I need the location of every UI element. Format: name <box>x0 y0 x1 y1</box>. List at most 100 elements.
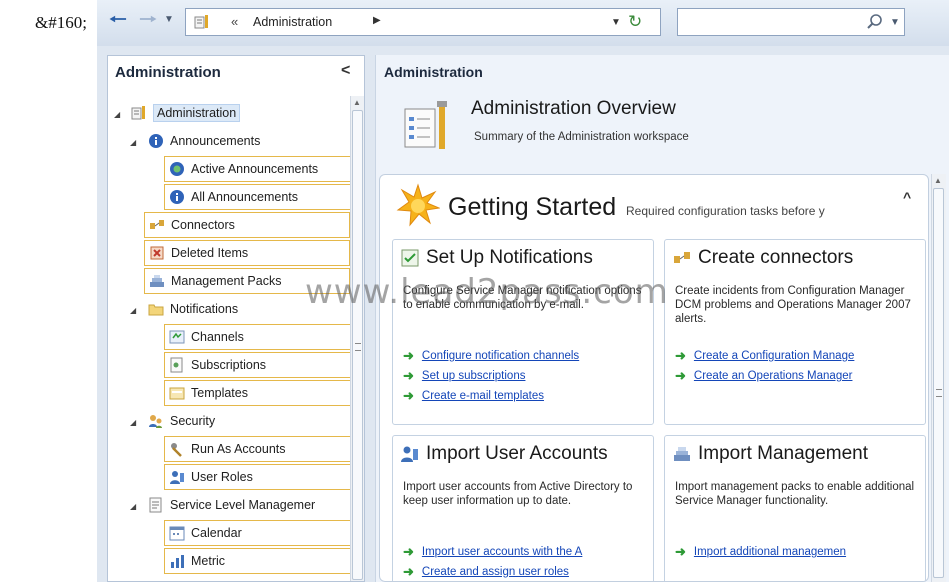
card-title: Import User Accounts <box>426 443 608 464</box>
card-header: Import Management <box>673 443 868 465</box>
tree-item-connectors[interactable]: Connectors <box>144 212 350 238</box>
card-links: ➜ Import user accounts with the A ➜ Create… <box>403 542 582 581</box>
link-import-additional-management-packs[interactable]: ➜ Import additional managemen <box>675 542 846 562</box>
recent-pages-dropdown[interactable]: ▼ <box>164 14 174 25</box>
grip-icon <box>936 389 942 397</box>
management-pack-icon <box>150 275 164 287</box>
getting-started-subtitle: Required configuration tasks before y <box>626 204 825 218</box>
collapse-section-button[interactable]: ^ <box>903 189 911 205</box>
card-description: Create incidents from Configuration Mana… <box>675 285 911 325</box>
tree-item-label: Active Announcements <box>191 162 319 176</box>
channel-icon <box>169 330 185 344</box>
tree-item-administration[interactable]: Administration <box>131 100 241 126</box>
tree-item-all-announcements[interactable]: All Announcements <box>164 184 354 210</box>
stray-text: &#160; <box>35 13 87 32</box>
tree-item-channels[interactable]: Channels <box>164 324 354 350</box>
service-level-icon <box>149 497 162 513</box>
tree-item-label: Service Level Managemer <box>170 498 316 512</box>
green-arrow-icon: ➜ <box>403 368 414 383</box>
collapse-pane-button[interactable]: < <box>341 62 350 80</box>
tree-item-label: Calendar <box>191 526 242 540</box>
link-text[interactable]: Import additional managemen <box>694 546 846 558</box>
link-create-operations-manager-connector[interactable]: ➜ Create an Operations Manager <box>675 366 854 386</box>
back-button[interactable]: 🠐 <box>105 9 131 35</box>
card-import-management-packs: Import Management Import management pack… <box>664 435 926 581</box>
card-create-connectors: Create connectors Create incidents from … <box>664 239 926 425</box>
link-create-email-templates[interactable]: ➜ Create e-mail templates <box>403 386 579 406</box>
expand-arrow-icon[interactable]: ◢ <box>130 306 136 315</box>
metric-icon <box>171 555 184 568</box>
tree-item-label: Channels <box>191 330 244 344</box>
calendar-icon <box>169 526 185 541</box>
connector-icon <box>674 252 690 263</box>
connector-icon <box>150 220 164 229</box>
link-text[interactable]: Create e-mail templates <box>422 390 544 402</box>
expand-arrow-icon[interactable]: ◢ <box>130 418 136 427</box>
refresh-icon[interactable]: ↻ <box>628 12 642 32</box>
breadcrumb-arrow-icon[interactable]: ▶ <box>373 15 381 26</box>
search-box[interactable]: ▼ <box>677 8 905 36</box>
link-text[interactable]: Import user accounts with the A <box>422 546 582 558</box>
scroll-up-icon[interactable]: ▲ <box>353 98 361 107</box>
scrollbar-thumb[interactable] <box>352 110 363 580</box>
tree-item-metric[interactable]: Metric <box>164 548 354 574</box>
navigation-scrollbar[interactable]: ▲ <box>350 96 364 581</box>
tree-item-active-announcements[interactable]: Active Announcements <box>164 156 354 182</box>
search-options-dropdown[interactable]: ▼ <box>890 17 900 28</box>
scrollbar-thumb[interactable] <box>933 188 944 578</box>
tree-item-announcements[interactable]: Announcements <box>148 128 260 154</box>
tree-item-label: Announcements <box>170 134 261 148</box>
notification-setup-icon <box>401 249 419 267</box>
scroll-up-icon[interactable]: ▲ <box>934 176 942 185</box>
tree-item-calendar[interactable]: Calendar <box>164 520 354 546</box>
card-header: Set Up Notifications <box>401 247 593 269</box>
address-dropdown[interactable]: ▼ <box>611 17 621 28</box>
content-scrollbar[interactable]: ▲ <box>931 174 946 582</box>
link-import-user-accounts[interactable]: ➜ Import user accounts with the A <box>403 542 582 562</box>
breadcrumb-administration[interactable]: Administration <box>253 15 332 29</box>
tree-item-label: Notifications <box>170 302 239 316</box>
green-arrow-icon: ➜ <box>675 368 686 383</box>
tree-item-notifications[interactable]: Notifications <box>148 296 238 322</box>
link-set-up-subscriptions[interactable]: ➜ Set up subscriptions <box>403 366 579 386</box>
link-text[interactable]: Create an Operations Manager <box>694 370 853 382</box>
link-create-assign-user-roles[interactable]: ➜ Create and assign user roles <box>403 562 582 581</box>
tree-item-label: Run As Accounts <box>191 442 286 456</box>
tree-item-label: Deleted Items <box>171 246 249 260</box>
tree-item-label: Subscriptions <box>191 358 267 372</box>
tree-item-run-as-accounts[interactable]: Run As Accounts <box>164 436 354 462</box>
expand-arrow-icon[interactable]: ◢ <box>114 110 120 119</box>
search-icon[interactable] <box>866 13 884 31</box>
tree-item-subscriptions[interactable]: Subscriptions <box>164 352 354 378</box>
tree-item-user-roles[interactable]: User Roles <box>164 464 354 490</box>
tree-item-security[interactable]: Security <box>148 408 215 434</box>
search-input[interactable] <box>684 12 868 34</box>
link-text[interactable]: Configure notification channels <box>422 350 579 362</box>
security-icon <box>149 415 162 428</box>
card-description: Import user accounts from Active Directo… <box>403 481 633 507</box>
link-text[interactable]: Create a Configuration Manage <box>694 350 854 362</box>
forward-button[interactable]: 🠒 <box>135 9 161 35</box>
address-overflow-marker[interactable]: « <box>231 14 238 29</box>
tree-item-deleted-items[interactable]: Deleted Items <box>144 240 350 266</box>
card-title: Create connectors <box>698 247 854 268</box>
green-arrow-icon: ➜ <box>403 564 414 579</box>
expand-arrow-icon[interactable]: ◢ <box>130 138 136 147</box>
expand-arrow-icon[interactable]: ◢ <box>130 502 136 511</box>
tree-item-label: Administration <box>153 104 241 122</box>
address-bar[interactable]: « Administration ▶ ▼ ↻ <box>185 8 661 36</box>
green-arrow-icon: ➜ <box>403 348 414 363</box>
starburst-icon <box>396 183 440 227</box>
link-configure-notification-channels[interactable]: ➜ Configure notification channels <box>403 346 579 366</box>
watermark: www.lead2pass.com <box>305 272 669 312</box>
tree-item-templates[interactable]: Templates <box>164 380 354 406</box>
tree-item-service-level-management[interactable]: Service Level Managemer <box>148 492 315 518</box>
administration-icon <box>194 15 208 29</box>
content-title: Administration <box>384 64 483 80</box>
tree-item-label: Connectors <box>171 218 235 232</box>
folder-icon <box>148 304 164 316</box>
link-text[interactable]: Set up subscriptions <box>422 370 526 382</box>
link-text[interactable]: Create and assign user roles <box>422 566 569 578</box>
card-description: Import management packs to enable additi… <box>675 481 915 507</box>
link-create-configuration-manager-connector[interactable]: ➜ Create a Configuration Manage <box>675 346 854 366</box>
